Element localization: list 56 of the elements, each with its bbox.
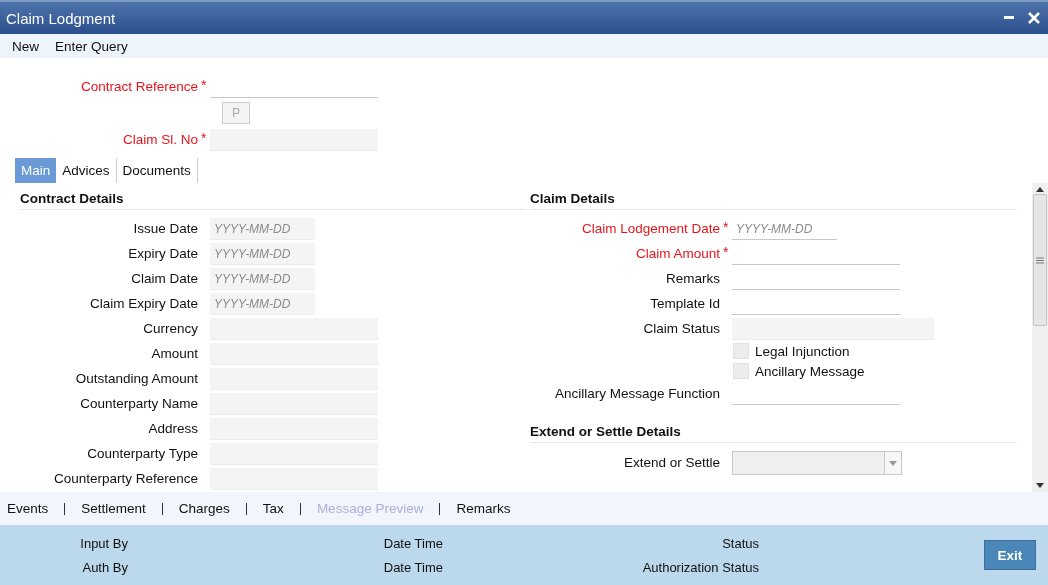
field-label: Remarks <box>666 269 720 288</box>
footer-link[interactable]: Events <box>7 501 49 516</box>
required-mark: * <box>723 244 730 259</box>
field-label: Expiry Date <box>128 244 198 263</box>
field-label: Counterparty Type <box>87 444 198 463</box>
grip-icon[interactable] <box>1036 256 1044 264</box>
required-mark: * <box>201 77 208 92</box>
checkbox[interactable] <box>733 343 749 359</box>
exit-button[interactable]: Exit <box>984 540 1036 570</box>
menu-item[interactable]: New <box>4 38 47 54</box>
field-label: Claim Status <box>643 319 720 338</box>
tab[interactable]: Advices <box>56 158 117 183</box>
field-label: Extend or Settle <box>623 454 720 472</box>
section-title: Contract Details <box>20 191 526 210</box>
audit-label: Auth By <box>81 559 128 575</box>
audit-label: Authorization Status <box>641 559 759 575</box>
tab[interactable]: Documents <box>116 158 198 183</box>
required-mark: * <box>201 130 208 145</box>
field-label: Issue Date <box>133 219 198 238</box>
field-label: Claim Date <box>131 269 198 288</box>
scrollbar[interactable] <box>1032 183 1048 492</box>
audit-label: Date Time <box>382 559 443 575</box>
scroll-up-icon[interactable] <box>1036 186 1044 192</box>
field-label: Ancillary Message Function <box>554 384 720 403</box>
required-mark: * <box>723 219 730 234</box>
dropdown[interactable] <box>732 451 902 475</box>
scroll-down-icon[interactable] <box>1036 483 1044 489</box>
checkbox-label: Ancillary Message <box>755 363 865 379</box>
caret-icon <box>889 460 897 466</box>
field-label: Amount <box>151 344 198 363</box>
audit-label: Input By <box>79 535 128 551</box>
window-title: Claim Lodgment <box>6 9 116 27</box>
field-label: Address <box>148 419 198 438</box>
footer-link[interactable]: Charges <box>178 501 230 516</box>
field-label: Counterparty Name <box>80 394 198 413</box>
footer-link[interactable]: Settlement <box>81 501 146 516</box>
section-title: Extend or Settle Details <box>530 424 1017 443</box>
field-label: Currency <box>143 319 198 338</box>
checkbox-label: Legal Injunction <box>755 343 850 359</box>
audit-label: Status <box>721 535 759 551</box>
minimize-icon[interactable] <box>1004 16 1014 20</box>
audit-label: Date Time <box>382 535 443 551</box>
footer-link[interactable]: Tax <box>262 501 284 516</box>
field-label: Claim Amount <box>635 244 720 263</box>
footer-link[interactable]: Remarks <box>456 501 511 516</box>
menu-item[interactable]: Enter Query <box>47 38 136 54</box>
field-label: Claim Expiry Date <box>89 294 198 313</box>
field-label: Contract Reference <box>80 77 198 96</box>
field-label: Outstanding Amount <box>75 369 198 388</box>
checkbox[interactable] <box>733 363 749 379</box>
field-label: Counterparty Reference <box>53 469 198 488</box>
field-label: Template Id <box>650 294 720 313</box>
field-label: Claim Sl. No <box>123 130 198 149</box>
field-label: Claim Lodgement Date <box>581 219 720 238</box>
close-icon[interactable] <box>1028 12 1040 24</box>
section-title: Claim Details <box>530 191 1017 210</box>
